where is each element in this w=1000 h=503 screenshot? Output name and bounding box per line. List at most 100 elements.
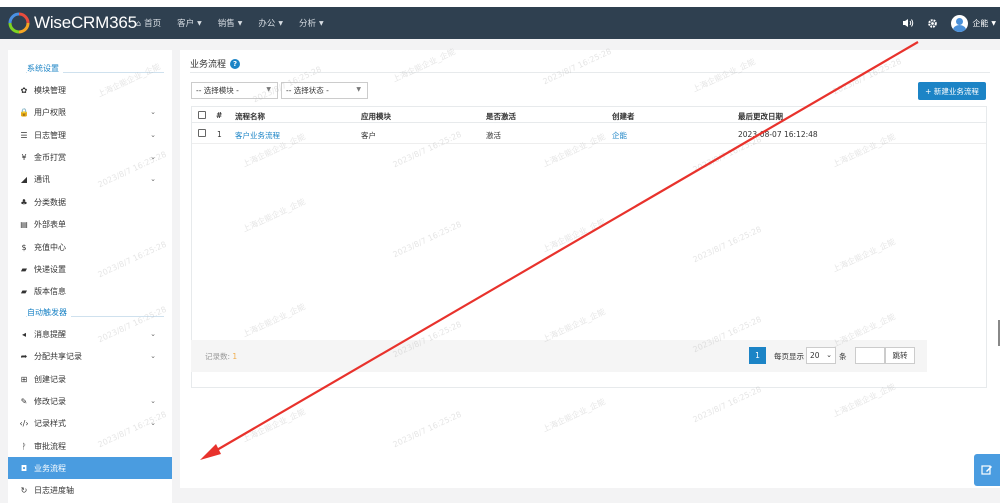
pencil-icon: ✎ [20,396,28,406]
sidebar-item[interactable]: ◢ 通讯 ⌄ [8,168,172,190]
nav-right: 企能 ▼ [891,7,996,39]
send-icon: ◢ [20,174,28,184]
sidebar-item[interactable]: ✎ 修改记录 ⌄ [8,390,172,412]
sidebar-item-label: 日志进度轴 [34,485,74,495]
sidebar-item-label: 消息提醒 [34,329,66,339]
per-page-select[interactable]: 20 ⌄ [806,347,836,364]
volume-icon[interactable] [901,16,915,30]
logo-mark-icon [8,12,30,34]
sidebar-item[interactable]: ▰ 版本信息 [8,280,172,302]
sidebar-item[interactable]: ♣ 分类数据 [8,191,172,213]
avatar[interactable] [951,14,969,32]
nav-analysis-label: 分析 [299,19,317,29]
col-name[interactable]: 流程名称 [235,111,265,122]
logo[interactable]: WiseCRM365 [8,10,137,36]
module-filter-value: -- 选择模块 - [196,86,239,95]
edit-icon [981,465,992,475]
sidebar-section-system: 系统设置 [8,58,172,78]
nav-home[interactable]: ⌂ 首页 [128,17,169,30]
record-count-label: 记录数: [205,352,233,361]
nav-sales-label: 销售 [217,19,235,29]
caret-down-icon: ▼ [237,19,243,27]
pagination-bar: 记录数: 1 1 每页显示 20 ⌄ 条 跳转 [191,340,927,372]
col-active[interactable]: 是否激活 [486,111,516,122]
sidebar-item[interactable]: ☰ 日志管理 ⌄ [8,124,172,146]
sidebar-item[interactable]: ▤ 外部表单 [8,213,172,235]
sidebar-item-label: 业务流程 [34,463,66,473]
history-icon: ↻ [20,485,28,495]
truck-icon: ▰ [20,264,28,274]
record-count-value: 1 [232,352,238,361]
sidebar-item[interactable]: ✿ 模块管理 [8,79,172,101]
caret-down-icon: ▼ [319,19,324,27]
chevron-down-icon: ⌄ [150,153,156,161]
row-name-link[interactable]: 客户业务流程 [235,130,280,141]
col-module[interactable]: 应用模块 [361,111,391,122]
row-creator-link[interactable]: 企能 [612,130,627,141]
browser-top-strip [0,0,1000,7]
sidebar-item[interactable]: ‹/› 记录样式 ⌄ [8,412,172,434]
list-icon: ☰ [20,130,28,140]
book-icon: ▰ [20,286,28,296]
sidebar-item[interactable]: ¥ 金币打赏 ⌄ [8,146,172,168]
main-content: 业务流程 ? -- 选择模块 - ▼ -- 选择状态 - ▼ + 新建业务流程 # … [180,50,1000,488]
sidebar-item[interactable]: ➦ 分配共享记录 ⌄ [8,345,172,367]
page-title: 业务流程 ? [190,57,241,70]
table-row[interactable]: 1 客户业务流程 客户 激活 企能 2023-08-07 16:12:48 [192,124,986,144]
sidebar-item-label: 充值中心 [34,242,66,252]
select-all-checkbox[interactable] [198,111,206,119]
chevron-down-icon: ⌄ [826,351,832,359]
approve-icon: ᚹ [21,441,27,451]
sidebar-item[interactable]: ⊞ 创建记录 [8,368,172,390]
sidebar-item-label: 日志管理 [34,130,66,140]
nav-office[interactable]: 办公 ▼ [250,17,291,29]
chevron-down-icon: ⌄ [150,397,156,405]
logo-text: WiseCRM365 [34,13,137,32]
shield-icon: ◘ [20,463,28,473]
sidebar-item[interactable]: 🔒 用户权限 ⌄ [8,101,172,123]
col-modified[interactable]: 最后更改日期 [738,111,783,122]
nav-customer-label: 客户 [177,19,195,29]
sidebar-item-label: 模块管理 [34,85,66,95]
row-num: 1 [217,130,222,139]
page-number-button[interactable]: 1 [749,347,766,364]
col-num: # [216,111,223,120]
row-modified: 2023-08-07 16:12:48 [738,130,818,139]
nav-sales[interactable]: 销售 ▼ [210,17,251,29]
jump-page-input[interactable] [855,347,885,364]
sidebar-item[interactable]: ↻ 日志进度轴 [8,479,172,501]
jump-button[interactable]: 跳转 [885,347,915,364]
sidebar-item-label: 通讯 [34,174,50,184]
user-name[interactable]: 企能 [972,18,988,29]
caret-down-icon[interactable]: ▼ [991,20,996,27]
nav-analysis[interactable]: 分析 ▼ [291,17,332,29]
divider [190,72,990,73]
module-filter-select[interactable]: -- 选择模块 - ▼ [191,82,278,99]
yen-icon: ¥ [21,152,27,162]
status-filter-select[interactable]: -- 选择状态 - ▼ [281,82,368,99]
sidebar-item[interactable]: $ 充值中心 [8,236,172,258]
nav-customer[interactable]: 客户 ▼ [169,17,210,29]
help-icon[interactable]: ? [230,58,241,69]
chevron-down-icon: ⌄ [150,131,156,139]
main-nav: ⌂ 首页 客户 ▼ 销售 ▼ 办公 ▼ 分析 ▼ [128,7,332,39]
sidebar-item-label: 记录样式 [34,418,66,428]
row-active: 激活 [486,131,501,140]
sidebar-item[interactable]: ◂ 消息提醒 ⌄ [8,323,172,345]
sidebar-item[interactable]: ᚹ 审批流程 [8,435,172,457]
sidebar-item[interactable]: ◘ 业务流程 [8,457,172,479]
feedback-edit-button[interactable] [974,454,1000,486]
row-checkbox[interactable] [198,129,206,137]
share-icon: ➦ [20,351,28,361]
chevron-down-icon: ⌄ [150,330,156,338]
gear-icon[interactable] [925,16,939,30]
sidebar-item[interactable]: ▰ 快递设置 [8,258,172,280]
col-creator[interactable]: 创建者 [612,111,635,122]
caret-down-icon: ▼ [197,19,202,27]
section-title-system: 系统设置 [27,63,63,74]
per-page-unit: 条 [839,352,847,361]
sidebar-item-label: 分类数据 [34,197,66,207]
per-page-label: 每页显示 [774,352,804,361]
chevron-down-icon: ⌄ [150,175,156,183]
new-business-flow-button[interactable]: + 新建业务流程 [918,82,986,100]
